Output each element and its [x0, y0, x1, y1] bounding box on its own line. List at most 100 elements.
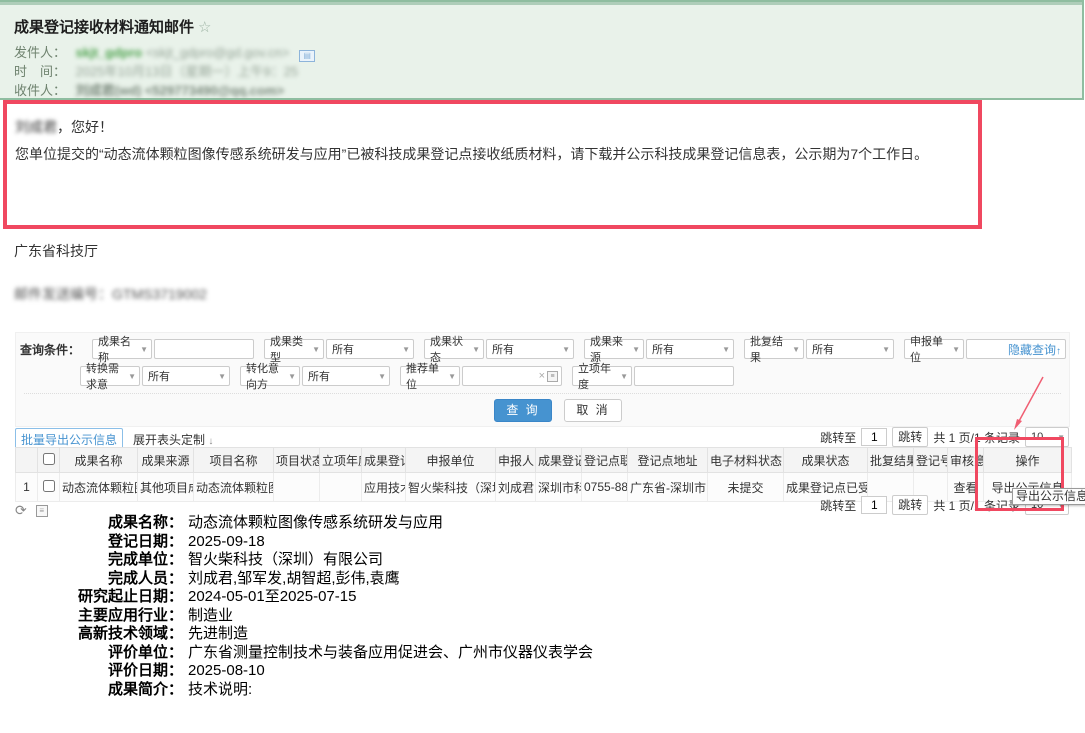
header-project-name: 项目名称 — [194, 448, 274, 473]
cell-project-year — [320, 473, 362, 502]
cell-project-name: 动态流体颗粒图像传感... — [194, 473, 274, 502]
time-value: 2025年10月13日（星期一）上午9：25 — [76, 64, 299, 79]
to-value: 刘成君(wd) <529773490@qq.com> — [76, 83, 284, 98]
detail-row-reg-date: 登记日期：2025-09-18 — [0, 533, 593, 552]
detail-row-research-period: 研究起止日期：2024-05-01至2025-07-15 — [0, 588, 593, 607]
results-table: 成果名称 成果来源 项目名称 项目状态 立项年度 成果登记类型 申报单位 申报人… — [15, 447, 1072, 502]
header-reg-contact: 登记点联系方式 — [582, 448, 628, 473]
chevron-down-icon: ▼ — [632, 345, 640, 354]
annotation-box-email-body: 刘成君，您好！ 您单位提交的“动态流体颗粒图像传感系统研发与应用”已被科技成果登… — [3, 100, 982, 229]
page-size-select[interactable]: 10▼ — [1025, 427, 1069, 447]
jump-page-input[interactable] — [861, 428, 887, 446]
table-header-row: 成果名称 成果来源 项目名称 项目状态 立项年度 成果登记类型 申报单位 申报人… — [16, 448, 1072, 473]
header-project-status: 项目状态 — [274, 448, 320, 473]
jump-page-input[interactable] — [861, 496, 887, 514]
field-select-transfer-intent[interactable]: 转化意向方▼ — [240, 366, 300, 386]
field-select-result-name[interactable]: 成果名称▼ — [92, 339, 152, 359]
query-group-transfer-demand: 转换需求意▼ 所有▼ — [80, 366, 230, 386]
email-signature: 广东省科技厅 — [14, 241, 98, 261]
chevron-down-icon: ▼ — [1057, 433, 1065, 442]
org-picker-icon[interactable]: ≡ — [547, 371, 558, 382]
field-select-result-type[interactable]: 成果类型▼ — [264, 339, 324, 359]
customize-columns-link[interactable]: 展开表头定制 ↓ — [133, 431, 213, 448]
chevron-down-icon: ▼ — [128, 372, 136, 381]
header-reg-address: 登记点地址 — [628, 448, 708, 473]
greeting-name: 刘成君 — [15, 119, 57, 135]
header-result-source: 成果来源 — [138, 448, 194, 473]
cell-result-source: 其他项目成果 — [138, 473, 194, 502]
cell-reg-address: 广东省-深圳市 — [628, 473, 708, 502]
email-header: 成果登记接收材料通知邮件☆ 发件人： skjt_gdpro <skjt_gdpr… — [0, 0, 1084, 100]
result-source-value-select[interactable]: 所有▼ — [646, 339, 734, 359]
cell-applicant-link[interactable]: 刘成君 — [496, 473, 536, 502]
transfer-demand-value-select[interactable]: 所有▼ — [142, 366, 230, 386]
to-label: 收件人： — [14, 80, 72, 99]
header-ematerial-status: 电子材料状态 — [708, 448, 784, 473]
jump-label: 跳转至 — [820, 497, 856, 514]
email-to-row: 收件人： 刘成君(wd) <529773490@qq.com> — [14, 80, 284, 99]
header-applicant: 申报人 — [496, 448, 536, 473]
field-select-declare-org[interactable]: 申报单位▼ — [904, 339, 964, 359]
query-separator — [24, 393, 1061, 394]
transfer-intent-value-select[interactable]: 所有▼ — [302, 366, 390, 386]
time-label: 时 间： — [14, 61, 72, 80]
chevron-down-icon: ▼ — [312, 345, 320, 354]
field-select-result-source[interactable]: 成果来源▼ — [584, 339, 644, 359]
clear-icon[interactable]: × — [539, 370, 545, 382]
query-group-approval-result: 批复结果▼ 所有▼ — [744, 339, 894, 359]
chevron-down-icon: ▼ — [722, 345, 730, 354]
from-address: <skjt_gdpro@gd.gov.cn> — [146, 45, 290, 60]
field-select-project-year[interactable]: 立项年度▼ — [572, 366, 632, 386]
from-name: skjt_gdpro — [76, 45, 142, 60]
cell-result-name-link[interactable]: 动态流体颗粒图像传感... — [60, 473, 138, 502]
row-checkbox[interactable] — [43, 480, 55, 492]
detail-row-complete-people: 完成人员：刘成君,邹军发,胡智超,彭伟,袁鹰 — [0, 570, 593, 589]
header-reg-type: 成果登记类型 — [362, 448, 406, 473]
pagination-top: 跳转至 跳转 共 1 页/1 条记录 10▼ — [820, 427, 1069, 447]
search-button[interactable]: 查 询 — [494, 399, 552, 422]
detail-row-eval-org: 评价单位：广东省测量控制技术与装备应用促进会、广州市仪器仪表学会 — [0, 644, 593, 663]
header-index — [16, 448, 38, 473]
chevron-down-icon: ▼ — [448, 372, 456, 381]
query-row-1: 查询条件： 成果名称▼ 成果类型▼ 所有▼ 成果状态▼ 所有▼ 成果来源▼ 所有… — [20, 339, 1066, 359]
mail-send-number: 邮件发送编号：GTMS3719002 — [14, 284, 207, 304]
email-body-text: 您单位提交的“动态流体颗粒图像传感系统研发与应用”已被科技成果登记点接收纸质材料… — [15, 144, 970, 164]
project-year-input[interactable] — [634, 366, 734, 386]
jump-button[interactable]: 跳转 — [892, 427, 928, 447]
result-type-value-select[interactable]: 所有▼ — [326, 339, 414, 359]
field-select-recommend-org[interactable]: 推荐单位▼ — [400, 366, 460, 386]
field-select-transfer-demand[interactable]: 转换需求意▼ — [80, 366, 140, 386]
query-group-recommend-org: 推荐单位▼ × ≡ — [400, 366, 562, 386]
select-all-checkbox[interactable] — [43, 453, 55, 465]
page: 成果登记接收材料通知邮件☆ 发件人： skjt_gdpro <skjt_gdpr… — [0, 0, 1085, 733]
header-review-opinion: 审核意见 — [948, 448, 984, 473]
chevron-down-icon: ▼ — [562, 345, 570, 354]
jump-label: 跳转至 — [820, 429, 856, 446]
chevron-down-icon: ▼ — [792, 345, 800, 354]
chevron-down-icon: ▼ — [472, 345, 480, 354]
query-row-2: 转换需求意▼ 所有▼ 转化意向方▼ 所有▼ 推荐单位▼ × ≡ 立项年度▼ — [80, 366, 734, 386]
detail-row-industry: 主要应用行业：制造业 — [0, 607, 593, 626]
detail-row-hightech-field: 高新技术领域：先进制造 — [0, 625, 593, 644]
header-declare-org: 申报单位 — [406, 448, 496, 473]
email-time-row: 时 间： 2025年10月13日（星期一）上午9：25 — [14, 61, 298, 80]
field-select-approval-result[interactable]: 批复结果▼ — [744, 339, 804, 359]
cell-reg-contact: 0755-886... — [582, 473, 628, 502]
query-group-result-name: 成果名称▼ — [92, 339, 254, 359]
field-select-result-status[interactable]: 成果状态▼ — [424, 339, 484, 359]
chevron-down-icon: ▼ — [140, 345, 148, 354]
record-summary: 共 1 页/1 条记录 — [933, 429, 1020, 446]
approval-result-value-select[interactable]: 所有▼ — [806, 339, 894, 359]
query-group-result-status: 成果状态▼ 所有▼ — [424, 339, 574, 359]
star-icon[interactable]: ☆ — [198, 19, 211, 36]
result-status-value-select[interactable]: 所有▼ — [486, 339, 574, 359]
cell-declare-org-link[interactable]: 智火柴科技（深圳）有... — [406, 473, 496, 502]
result-name-input[interactable] — [154, 339, 254, 359]
jump-button[interactable]: 跳转 — [892, 495, 928, 515]
export-tooltip: 导出公示信息 — [1012, 488, 1085, 505]
hide-query-link[interactable]: 隐藏查询↑ — [1008, 341, 1061, 358]
contact-card-icon[interactable]: ▤ — [299, 50, 315, 62]
cell-reg-type: 应用技术 — [362, 473, 406, 502]
cancel-button[interactable]: 取 消 — [564, 399, 622, 422]
cell-project-status — [274, 473, 320, 502]
